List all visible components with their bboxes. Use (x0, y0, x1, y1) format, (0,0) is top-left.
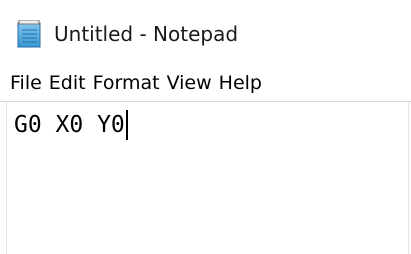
editor-text[interactable]: G0 X0 Y0 (14, 110, 128, 140)
menu-bar: File Edit Format View Help (0, 66, 411, 101)
notepad-icon (17, 20, 41, 48)
menu-format[interactable]: Format (93, 66, 160, 101)
notepad-window: Untitled - Notepad File Edit Format View… (0, 0, 411, 254)
editor-content: G0 X0 Y0 (14, 112, 125, 138)
menu-view[interactable]: View (167, 66, 212, 101)
window-title: Untitled - Notepad (54, 22, 239, 46)
editor-right-edge (408, 101, 409, 254)
text-caret (125, 110, 128, 140)
menu-edit[interactable]: Edit (49, 66, 86, 101)
menu-help[interactable]: Help (219, 66, 262, 101)
title-bar[interactable]: Untitled - Notepad (0, 0, 411, 66)
menu-file[interactable]: File (10, 66, 42, 101)
editor-left-edge (6, 101, 7, 254)
